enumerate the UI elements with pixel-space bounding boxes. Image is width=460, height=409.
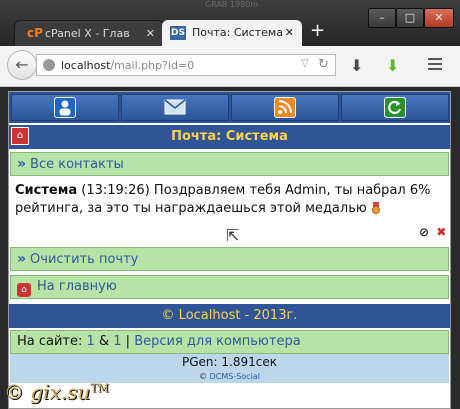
mail-icon [164, 97, 186, 118]
tab-close-icon[interactable]: ✕ [285, 20, 294, 46]
message-author: Система [15, 183, 78, 198]
maximize-button[interactable]: □ [396, 8, 424, 28]
medal-icon [371, 202, 381, 214]
user-icon [54, 97, 76, 118]
refresh-icon [384, 97, 406, 118]
back-button[interactable]: ← [7, 50, 37, 80]
delete-icon[interactable]: ✖ [436, 225, 446, 239]
all-contacts-label: Все контакты [30, 157, 124, 172]
cpanel-favicon-icon: cP [27, 26, 43, 40]
nav-user-button[interactable] [11, 94, 119, 121]
online-guests-link[interactable]: 1 [113, 334, 121, 349]
dcms-favicon-icon: DS [170, 26, 186, 40]
browser-toolbar: ← localhost/mail.php?id=0 ▽ ↻ ⬇ ⬇ [0, 46, 460, 87]
rss-icon [274, 97, 296, 118]
message-time: (13:19:26) [81, 183, 150, 198]
message-actions: ⊘ ✖ [419, 225, 446, 239]
double-arrow-icon: » [17, 251, 27, 267]
page-gen-time: PGen: 1.891сек [10, 354, 449, 371]
url-dropdown-icon[interactable]: ▽ [301, 58, 309, 69]
home-link[interactable]: ⌂ На главную [10, 275, 449, 299]
address-bar[interactable]: localhost/mail.php?id=0 ▽ ↻ [36, 54, 336, 76]
tab-label: Почта: Система [192, 26, 283, 39]
online-prefix: На сайте: [17, 334, 83, 349]
close-window-button[interactable]: ✕ [424, 8, 454, 28]
nav-mail-button[interactable] [121, 94, 229, 121]
mouse-cursor-icon: ⇱ [226, 226, 240, 245]
desktop-version-link[interactable]: Версия для компьютера [134, 334, 300, 349]
download-arrow-icon[interactable]: ⬇ [350, 56, 363, 75]
divider: | [125, 334, 131, 349]
message: Система (13:19:26) Поздравляем тебя Admi… [15, 182, 445, 218]
window-title: GRAB 1990m [205, 0, 259, 9]
url-text: localhost/mail.php?id=0 [61, 59, 195, 72]
copyright-symbol: © [199, 372, 208, 381]
nav-refresh-button[interactable] [341, 94, 449, 121]
mail-header: Почта: Система ⌂ [9, 125, 450, 149]
clear-mail-link[interactable]: » Очистить почту [10, 247, 449, 271]
tab-mail[interactable]: DS Почта: Система ✕ [162, 20, 302, 46]
menu-icon[interactable] [428, 58, 442, 73]
minimize-button[interactable]: – [368, 8, 396, 28]
online-separator: & [98, 334, 110, 349]
green-download-icon[interactable]: ⬇ [386, 56, 399, 75]
new-tab-button[interactable]: + [310, 20, 325, 42]
home-icon: ⌂ [17, 283, 31, 297]
all-contacts-link[interactable]: » Все контакты [10, 152, 449, 176]
tab-cpanel[interactable]: cP cPanel X - Глав ✕ [14, 20, 164, 46]
nav-rss-button[interactable] [231, 94, 339, 121]
home-icon[interactable]: ⌂ [11, 127, 29, 145]
home-label: На главную [37, 279, 117, 294]
dcms-link[interactable]: DCMS-Social [210, 372, 260, 381]
reload-icon[interactable]: ↻ [318, 57, 329, 72]
window-titlebar: GRAB 1990m – □ ✕ cP cPanel X - Глав ✕ DS… [0, 0, 460, 46]
block-icon[interactable]: ⊘ [419, 225, 429, 239]
tab-close-icon[interactable]: ✕ [146, 21, 155, 47]
message-text: Поздравляем тебя Admin, ты набрал 6% рей… [15, 183, 431, 216]
watermark: © gix.suTM [4, 380, 109, 404]
top-nav [9, 92, 450, 123]
clear-mail-label: Очистить почту [30, 252, 139, 267]
globe-icon [43, 59, 55, 71]
online-bar: На сайте: 1 & 1 | Версия для компьютера [10, 330, 449, 354]
page-content: Почта: Система ⌂ » Все контакты Система (… [8, 91, 451, 409]
tab-label: cPanel X - Глав [45, 27, 130, 40]
page-title: Почта: Система [171, 129, 288, 144]
online-users-link[interactable]: 1 [87, 334, 95, 349]
double-arrow-icon: » [17, 156, 27, 172]
footer-copyright: © Localhost - 2013г. [9, 304, 450, 328]
